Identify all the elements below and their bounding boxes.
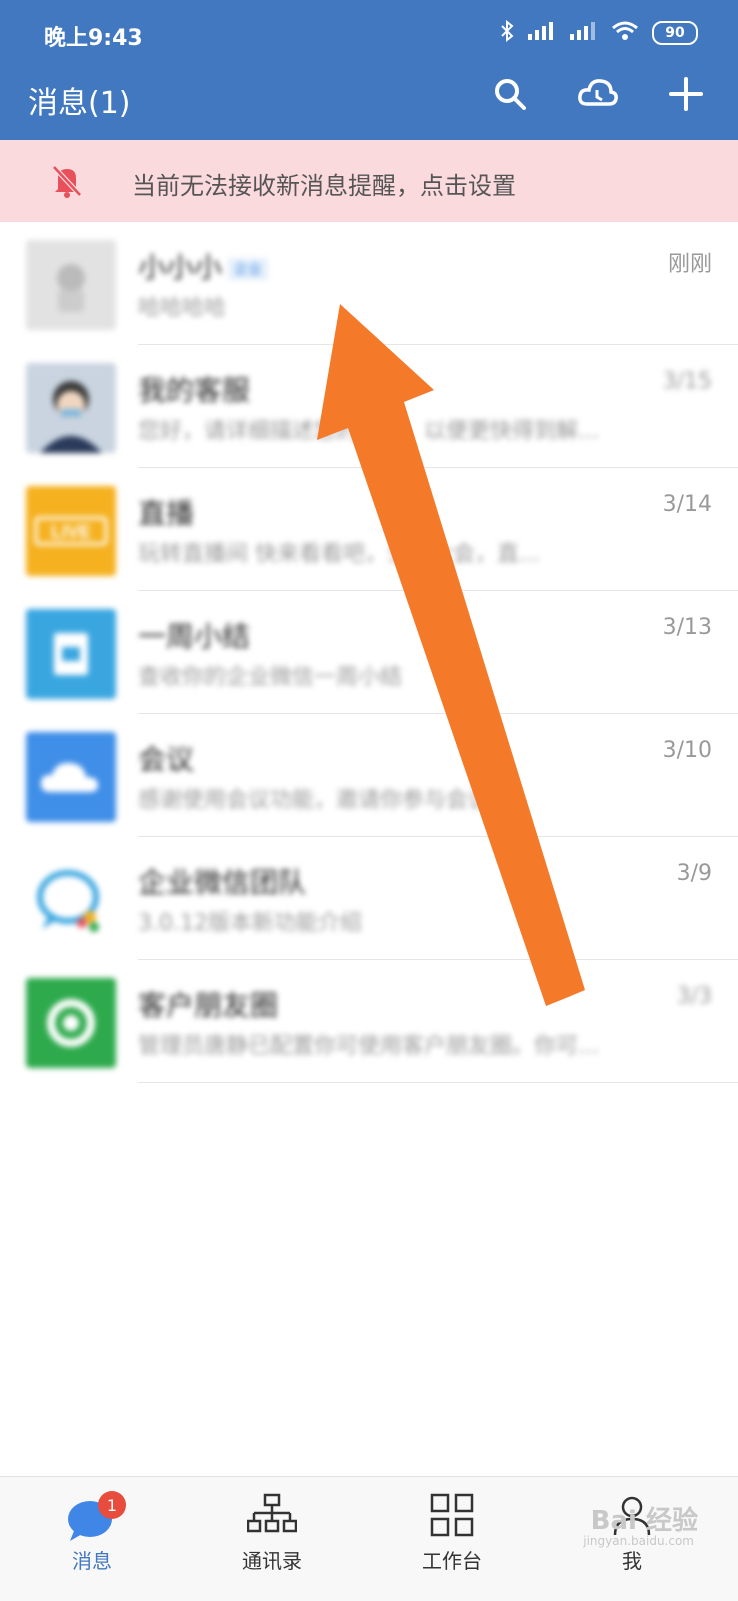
tab-contacts[interactable]: 通讯录: [212, 1483, 332, 1593]
notification-banner-text: 当前无法接收新消息提醒，点击设置: [132, 172, 516, 200]
conversation-preview: 管理员唐静已配置你可使用客户朋友圈。你可...: [138, 1034, 599, 1059]
conversation-title: 一周小结: [138, 620, 251, 653]
plus-icon: [669, 77, 703, 111]
conversation-title: 直播: [138, 497, 195, 530]
conversation-time: 3/10: [662, 738, 712, 763]
muted-bell-icon: [50, 163, 84, 203]
conversation-time: 3/14: [662, 492, 712, 517]
conversation-title: 企业微信团队: [138, 866, 307, 899]
status-bar: 晚上9:43 90: [0, 0, 738, 66]
top-bar: 晚上9:43 90 消息(1): [0, 0, 738, 140]
search-button[interactable]: [488, 72, 532, 116]
wifi-icon: [610, 20, 640, 46]
tab-label: 消息: [72, 1549, 112, 1573]
divider: [138, 1082, 738, 1083]
add-button[interactable]: [664, 72, 708, 116]
conversation-preview: 感谢使用会议功能，邀请你参与会议: [138, 788, 491, 813]
conversation-preview: 查收你的企业微信一周小结: [138, 665, 403, 690]
conversation-row[interactable]: 一周小结 查收你的企业微信一周小结 3/13: [0, 591, 738, 714]
status-time: 晚上9:43: [44, 26, 143, 51]
org-chart-icon: [247, 1493, 297, 1533]
live-icon: LIVE: [26, 486, 116, 576]
conversation-row[interactable]: 企业微信团队 3.0.12版本新功能介绍 3/9: [0, 837, 738, 960]
notification-banner[interactable]: 当前无法接收新消息提醒，点击设置: [0, 140, 738, 222]
tab-label: 工作台: [422, 1549, 482, 1573]
baidu-watermark-url: jingyan.baidu.com: [583, 1534, 694, 1548]
weekly-summary-icon: [26, 609, 116, 699]
signal-hd-icon: [526, 20, 556, 46]
tab-messages[interactable]: 1 消息: [32, 1483, 152, 1593]
bluetooth-icon: [500, 19, 514, 46]
customer-moments-icon: [26, 978, 116, 1068]
conversation-row[interactable]: 小小小 企业 哈哈哈哈 刚刚: [0, 222, 738, 345]
baidu-watermark: Bai 经验: [590, 1506, 698, 1536]
conversation-title: 客户朋友圈: [138, 989, 279, 1022]
conversation-title: 会议: [138, 743, 195, 776]
tab-workbench[interactable]: 工作台: [392, 1483, 512, 1593]
grid-icon: [430, 1493, 474, 1537]
conversation-preview: 玩转直播间 快来看看吧，全员大会，直...: [138, 542, 540, 567]
wecom-team-icon: [26, 855, 116, 945]
tab-label: 我: [622, 1549, 642, 1573]
battery-icon: 90: [652, 21, 698, 45]
avatar: [26, 240, 116, 330]
meeting-icon: [26, 732, 116, 822]
conversation-time: 3/3: [676, 984, 712, 1009]
avatar: [26, 363, 116, 453]
conversation-time: 3/9: [676, 861, 712, 886]
conversation-time: 3/13: [662, 615, 712, 640]
conversation-preview: 您好，请详细描述您的问题，以便更快得到解...: [138, 419, 599, 444]
cloud-icon: [578, 79, 618, 106]
page-title: 消息(1): [28, 86, 131, 121]
conversation-time: 刚刚: [667, 252, 712, 277]
conversation-list: 小小小 企业 哈哈哈哈 刚刚 我的客服 您好，请详细描述您的问题，以便更快得到解.…: [0, 222, 738, 1083]
unread-badge: 1: [98, 1491, 126, 1519]
cloud-sync-button[interactable]: [576, 72, 620, 116]
conversation-row[interactable]: 我的客服 您好，请详细描述您的问题，以便更快得到解... 3/15: [0, 345, 738, 468]
svg-text:LIVE: LIVE: [51, 522, 91, 542]
tab-label: 通讯录: [242, 1549, 302, 1573]
conversation-row[interactable]: 客户朋友圈 管理员唐静已配置你可使用客户朋友圈。你可... 3/3: [0, 960, 738, 1083]
conversation-preview: 哈哈哈哈: [138, 296, 227, 321]
conversation-title: 小小小 企业: [138, 246, 269, 286]
conversation-title: 我的客服: [138, 374, 251, 407]
search-icon: [495, 79, 526, 110]
conversation-row[interactable]: LIVE 直播 玩转直播间 快来看看吧，全员大会，直... 3/14: [0, 468, 738, 591]
signal-icon: [568, 20, 598, 46]
conversation-time: 3/15: [662, 369, 712, 394]
enterprise-tag: 企业: [228, 258, 269, 280]
conversation-row[interactable]: 会议 感谢使用会议功能，邀请你参与会议 3/10: [0, 714, 738, 837]
status-icons: 90: [500, 19, 698, 46]
conversation-preview: 3.0.12版本新功能介绍: [138, 911, 362, 936]
